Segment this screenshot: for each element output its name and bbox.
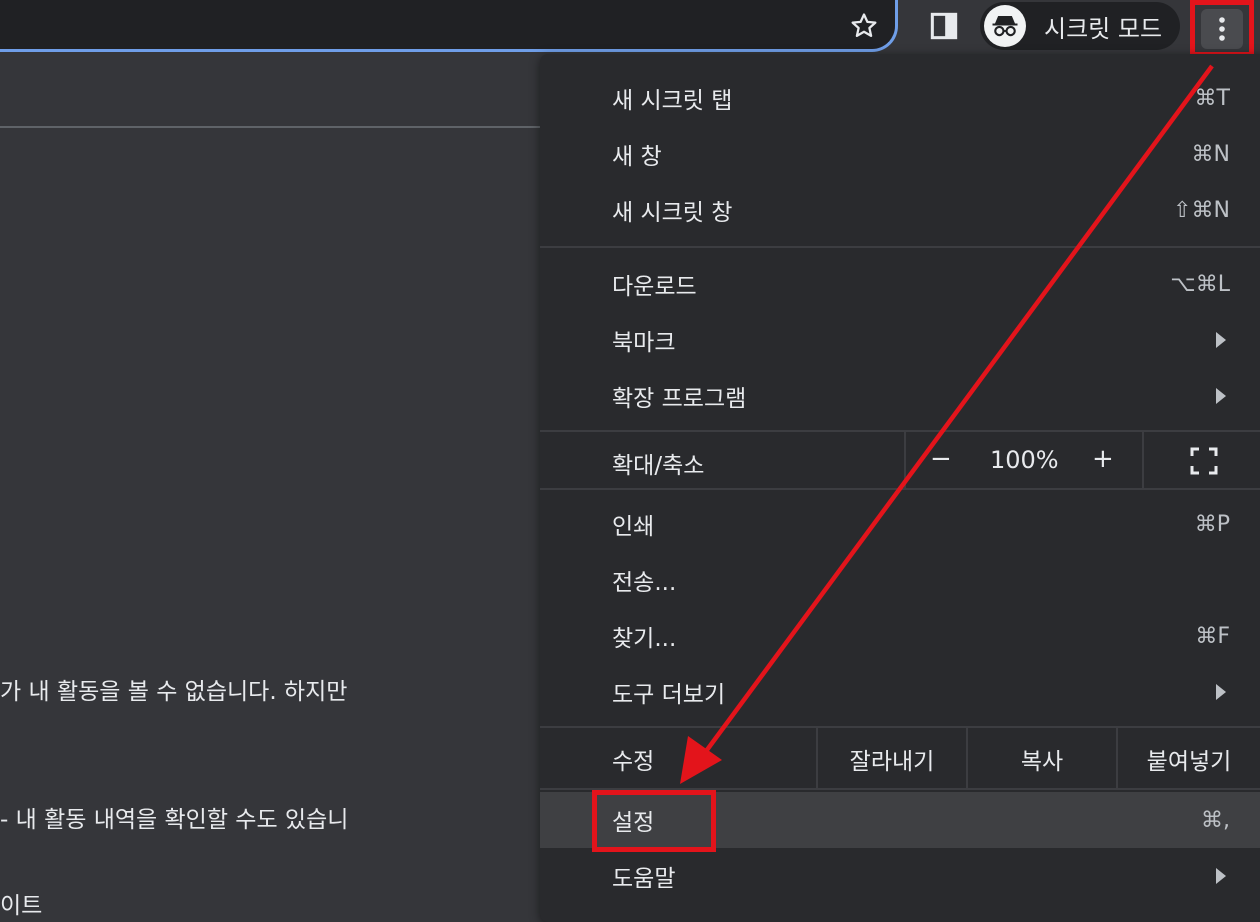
zoom-label: 확대/축소 bbox=[612, 453, 705, 479]
page-text-line: 이트 bbox=[0, 893, 43, 919]
menu-item-cast[interactable]: 전송... bbox=[540, 552, 1260, 608]
page-text-line: 가 내 활동을 볼 수 없습니다. 하지만 bbox=[0, 679, 348, 705]
menu-item-shortcut: ⌘T bbox=[1194, 85, 1230, 111]
page-text-line: - 내 활동 내역을 확인할 수도 있습니 bbox=[0, 807, 349, 833]
paste-button[interactable]: 붙여넣기 bbox=[1118, 742, 1260, 776]
menu-item-label: 확장 프로그램 bbox=[612, 386, 747, 412]
menu-item-extensions[interactable]: 확장 프로그램 bbox=[540, 368, 1260, 424]
menu-item-bookmarks[interactable]: 북마크 bbox=[540, 312, 1260, 368]
menu-item-label: 새 시크릿 탭 bbox=[612, 88, 733, 114]
copy-button[interactable]: 복사 bbox=[968, 742, 1116, 776]
menu-item-new-incognito-tab[interactable]: 새 시크릿 탭 ⌘T bbox=[540, 70, 1260, 126]
zoom-out-button[interactable]: − bbox=[930, 444, 952, 474]
page-divider bbox=[0, 126, 545, 128]
more-vert-icon bbox=[1201, 8, 1243, 49]
menu-item-shortcut: ⇧⌘N bbox=[1173, 197, 1230, 223]
address-bar[interactable] bbox=[0, 0, 898, 52]
menu-item-label: 도구 더보기 bbox=[612, 682, 726, 708]
menu-item-downloads[interactable]: 다운로드 ⌥⌘L bbox=[540, 256, 1260, 312]
side-panel-icon[interactable] bbox=[922, 6, 966, 46]
menu-item-new-window[interactable]: 새 창 ⌘N bbox=[540, 126, 1260, 182]
menu-item-label: 새 시크릿 창 bbox=[612, 200, 733, 226]
divider bbox=[1142, 432, 1144, 490]
submenu-arrow-icon bbox=[1216, 332, 1226, 348]
menu-item-label: 새 창 bbox=[612, 144, 662, 170]
menu-item-help[interactable]: 도움말 bbox=[540, 848, 1260, 904]
menu-separator bbox=[540, 246, 1260, 248]
menu-item-label: 북마크 bbox=[612, 330, 676, 356]
menu-item-print[interactable]: 인쇄 ⌘P bbox=[540, 496, 1260, 552]
divider bbox=[904, 432, 906, 490]
menu-item-label: 도움말 bbox=[612, 866, 676, 892]
incognito-label: 시크릿 모드 bbox=[1044, 14, 1163, 43]
bookmark-star-icon[interactable] bbox=[844, 6, 884, 46]
menu-item-new-incognito-window[interactable]: 새 시크릿 창 ⇧⌘N bbox=[540, 182, 1260, 238]
menu-item-more-tools[interactable]: 도구 더보기 bbox=[540, 664, 1260, 720]
zoom-row: 확대/축소 − 100% + bbox=[540, 432, 1260, 490]
incognito-icon bbox=[984, 5, 1026, 47]
menu-item-label: 전송... bbox=[612, 570, 677, 596]
fullscreen-icon[interactable] bbox=[1190, 447, 1218, 475]
zoom-level: 100% bbox=[990, 446, 1059, 474]
menu-item-label: 다운로드 bbox=[612, 274, 697, 300]
submenu-arrow-icon bbox=[1216, 684, 1226, 700]
menu-item-shortcut: ⌘P bbox=[1194, 511, 1230, 537]
browser-toolbar: 시크릿 모드 bbox=[0, 0, 1260, 57]
menu-item-shortcut: ⌘, bbox=[1201, 807, 1230, 833]
menu-item-find[interactable]: 찾기... ⌘F bbox=[540, 608, 1260, 664]
submenu-arrow-icon bbox=[1216, 868, 1226, 884]
menu-item-shortcut: ⌥⌘L bbox=[1170, 271, 1230, 297]
menu-item-shortcut: ⌘N bbox=[1191, 141, 1230, 167]
incognito-profile-button[interactable]: 시크릿 모드 bbox=[980, 2, 1180, 50]
menu-item-label: 인쇄 bbox=[612, 514, 655, 540]
chrome-menu-button[interactable] bbox=[1190, 0, 1254, 57]
edit-label: 수정 bbox=[612, 749, 655, 775]
menu-item-label: 찾기... bbox=[612, 626, 677, 652]
zoom-in-button[interactable]: + bbox=[1092, 444, 1114, 474]
settings-highlight-box bbox=[592, 790, 716, 852]
submenu-arrow-icon bbox=[1216, 388, 1226, 404]
menu-item-shortcut: ⌘F bbox=[1195, 623, 1230, 649]
menu-separator bbox=[540, 488, 1260, 490]
cut-button[interactable]: 잘라내기 bbox=[818, 742, 966, 776]
edit-row: 수정 잘라내기 복사 붙여넣기 bbox=[540, 728, 1260, 788]
